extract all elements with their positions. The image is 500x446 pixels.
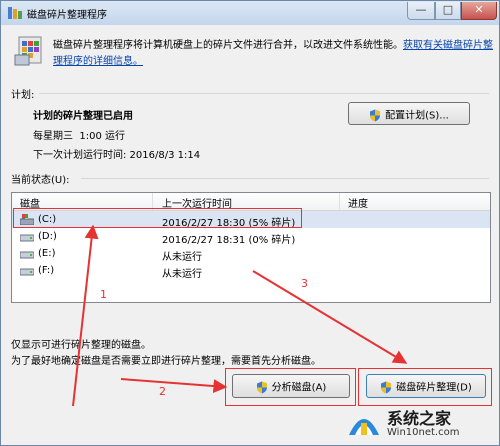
annotation-number-2: 2 — [159, 385, 166, 398]
arrow-to-defragment — [252, 270, 408, 364]
watermark-logo-icon — [349, 419, 379, 435]
annotation-number-1: 1 — [100, 288, 107, 301]
defrag-window: 磁盘碎片整理程序 — □ ✕ 磁盘碎片整理程序将计算机硬盘上的碎片文件进行合并，… — [0, 0, 500, 446]
annotation-arrows — [72, 224, 408, 407]
annotation-number-3: 3 — [301, 277, 308, 290]
arrow-to-drive-c — [72, 224, 99, 407]
site-watermark: 系统之家 Win10net.com — [343, 403, 493, 443]
watermark-url: Win10net.com — [387, 427, 460, 438]
arrow-to-analyze — [120, 378, 228, 394]
watermark-text: 系统之家 — [387, 409, 452, 428]
